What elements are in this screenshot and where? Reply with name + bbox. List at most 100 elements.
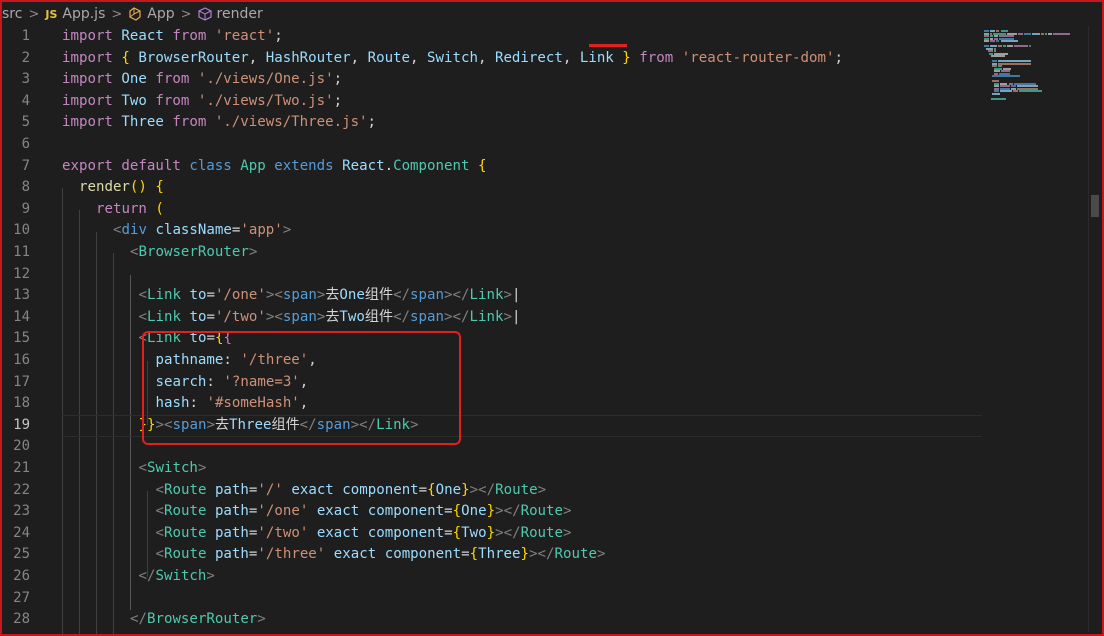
line-number: 20 — [13, 438, 30, 455]
link-underline-annotation — [589, 44, 627, 47]
breadcrumb-file[interactable]: App.js — [62, 6, 105, 22]
code-line[interactable]: 2 import { BrowserRouter, HashRouter, Rou… — [0, 48, 980, 70]
minimap-stroke — [991, 55, 1005, 57]
vertical-scrollbar[interactable] — [1088, 26, 1101, 632]
line-number: 9 — [21, 200, 30, 217]
line-number: 14 — [13, 308, 30, 325]
code-line[interactable]: 7 export default class App extends React.… — [0, 156, 980, 178]
code-text: return ( — [96, 200, 164, 217]
minimap-stroke — [992, 75, 1020, 77]
line-number: 27 — [13, 589, 30, 606]
minimap-stroke — [1017, 32, 1024, 35]
code-line[interactable]: 11 <BrowserRouter> — [0, 242, 980, 264]
javascript-file-icon: JS — [45, 7, 58, 21]
code-text: <Route path='/three' exact component={Th… — [155, 546, 606, 563]
code-line[interactable]: 24 <Route path='/two' exact component={T… — [0, 523, 980, 545]
code-line[interactable]: 12 — [0, 264, 980, 286]
minimap-stroke — [1006, 45, 1014, 47]
scrollbar-thumb[interactable] — [1091, 195, 1099, 217]
code-text: <div className='app'> — [113, 222, 292, 239]
line-number: 1 — [21, 28, 30, 44]
breadcrumb-class[interactable]: App — [147, 6, 174, 22]
code-line[interactable]: 8 render() { — [0, 177, 980, 199]
line-number: 11 — [13, 244, 30, 260]
code-line[interactable]: 1 import React from 'react'; — [0, 26, 980, 48]
minimap[interactable] — [980, 26, 1088, 106]
symbol-method-icon — [197, 7, 212, 21]
line-number: 8 — [21, 179, 30, 196]
minimap-stroke — [1045, 32, 1048, 35]
code-text: <Link to='/one'><span>去One组件</span></Lin… — [138, 287, 521, 304]
code-line[interactable]: 27 — [0, 588, 980, 610]
line-number: 18 — [13, 395, 30, 412]
line-number: 10 — [13, 222, 30, 239]
code-text: export default class App extends React.C… — [62, 157, 487, 174]
chevron-right-icon: > — [28, 6, 40, 22]
minimap-stroke — [997, 62, 1031, 65]
code-text: </Switch> — [138, 568, 215, 584]
minimap-stroke — [1028, 45, 1031, 47]
code-line[interactable]: 4 import Two from './views/Two.js'; — [0, 91, 980, 113]
code-line[interactable]: 9 return ( — [0, 199, 980, 221]
code-line[interactable]: 5 import Three from './views/Three.js'; — [0, 112, 980, 134]
code-text: <Route path='/' exact component={One}></… — [155, 481, 547, 498]
breadcrumb: src > JS App.js > App > render — [0, 0, 1102, 28]
line-number: 16 — [13, 352, 30, 368]
line-number: 2 — [21, 49, 30, 66]
minimap-stroke — [1000, 90, 1012, 92]
minimap-stroke — [1018, 90, 1042, 92]
code-line[interactable]: 14 <Link to='/two'><span>去Two组件</span></… — [0, 307, 980, 329]
line-number: 6 — [21, 136, 30, 152]
line-number: 17 — [13, 373, 30, 390]
line-number: 23 — [13, 503, 30, 520]
code-line[interactable]: 6 — [0, 134, 980, 156]
code-text: </BrowserRouter> — [130, 611, 266, 628]
code-text: import React from 'react'; — [62, 28, 283, 44]
code-line[interactable]: 3 import One from './views/One.js'; — [0, 69, 980, 91]
code-text: <Route path='/two' exact component={Two}… — [155, 524, 572, 541]
minimap-stroke — [1031, 32, 1040, 35]
line-number: 12 — [13, 265, 30, 282]
breadcrumb-method[interactable]: render — [217, 6, 263, 22]
code-line[interactable]: 13 <Link to='/one'><span>去One组件</span></… — [0, 285, 980, 307]
chevron-right-icon: > — [111, 6, 123, 22]
code-text: render() { — [79, 179, 164, 196]
minimap-stroke — [1013, 90, 1018, 92]
line-number: 28 — [13, 611, 30, 628]
line-number: 26 — [13, 568, 30, 584]
minimap-stroke — [1024, 32, 1031, 35]
code-text: import { BrowserRouter, HashRouter, Rout… — [62, 49, 843, 66]
minimap-stroke — [1003, 45, 1006, 47]
minimap-stroke — [1052, 32, 1070, 35]
code-line[interactable]: 21 <Switch> — [0, 458, 980, 480]
code-line[interactable]: 26 </Switch> — [0, 566, 980, 588]
symbol-class-icon — [128, 7, 142, 21]
breadcrumb-folder[interactable]: src — [2, 6, 22, 22]
minimap-stroke — [991, 97, 1006, 100]
line-number: 4 — [21, 92, 30, 109]
code-text: <Link to='/two'><span>去Two组件</span></Lin… — [138, 308, 521, 325]
code-line[interactable]: 10 <div className='app'> — [0, 220, 980, 242]
line-number: 15 — [13, 330, 30, 347]
line-number: 3 — [21, 71, 30, 88]
code-line[interactable]: 22 <Route path='/' exact component={One}… — [0, 480, 980, 502]
minimap-stroke — [1048, 32, 1052, 35]
line-number: 21 — [13, 460, 30, 476]
code-text: <BrowserRouter> — [130, 244, 258, 260]
minimap-stroke — [997, 45, 1003, 47]
code-line[interactable]: 23 <Route path='/one' exact component={O… — [0, 501, 980, 523]
code-text: import Two from './views/Two.js'; — [62, 92, 343, 109]
minimap-stroke — [984, 40, 990, 42]
code-line[interactable]: 28 </BrowserRouter> — [0, 609, 980, 631]
chevron-right-icon: > — [180, 6, 192, 22]
minimap-stroke — [1000, 40, 1018, 42]
line-number: 24 — [13, 524, 30, 541]
line-number: 13 — [13, 287, 30, 304]
line-number: 5 — [21, 114, 30, 131]
minimap-stroke — [990, 40, 995, 42]
minimap-stroke — [995, 40, 1000, 42]
code-line[interactable]: 25 <Route path='/three' exact component=… — [0, 544, 980, 566]
minimap-stroke — [992, 92, 1001, 95]
code-text: <Switch> — [138, 460, 207, 476]
code-text: import Three from './views/Three.js'; — [62, 114, 377, 131]
